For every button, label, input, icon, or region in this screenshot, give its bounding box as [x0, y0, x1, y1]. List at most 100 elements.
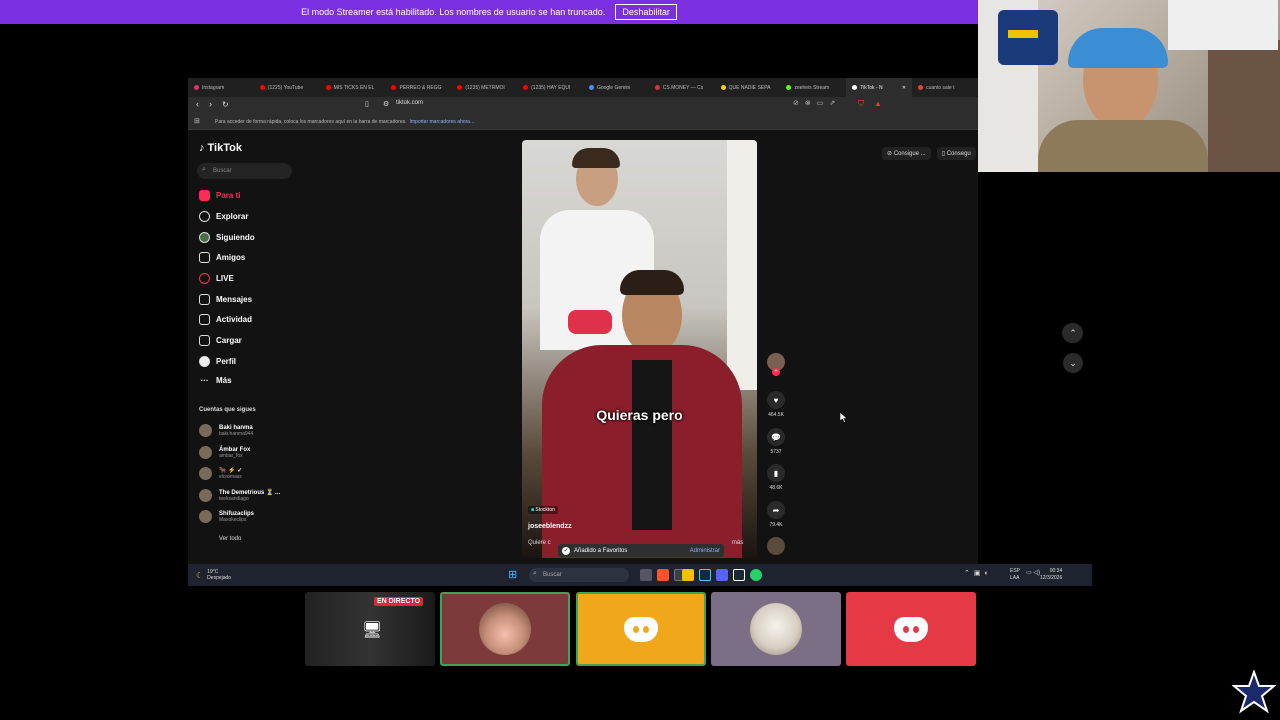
get-app-button[interactable]: ▯ Consegu [936, 147, 976, 160]
tray-icons[interactable]: ⌃▣◐ [964, 569, 993, 577]
participant-tile[interactable] [846, 592, 976, 666]
whatsapp-icon[interactable] [750, 569, 762, 581]
page-icon: ▯ [365, 101, 369, 108]
steam-icon[interactable] [699, 569, 711, 581]
file-explorer-icon[interactable] [682, 569, 694, 581]
added-to-favorites-toast: ✓ Añadido a Favoritos Administrar [558, 544, 724, 557]
steam-icon[interactable] [733, 569, 745, 581]
search-icon: ⌕ [202, 166, 206, 173]
weather-widget[interactable]: ☾ 19°C Despejado [196, 569, 231, 581]
sound-disc[interactable] [765, 537, 787, 558]
following-account[interactable]: Baki hanma baki.hanma944 [199, 424, 253, 437]
more-icon: ··· [200, 376, 209, 385]
nav-activity[interactable]: Actividad [199, 314, 252, 325]
forward-icon[interactable]: › [209, 99, 212, 109]
avatar [750, 603, 802, 655]
like-button[interactable]: ♥ 464.5K [765, 391, 787, 418]
tab-youtube-3[interactable]: PERREO & REGG [385, 78, 451, 97]
tab-kick[interactable]: zeeheis Stream [780, 78, 846, 97]
address-bar: ‹ › ↻ ▯ ⚙ tiktok.com ⊘⊗▭⇗ ⛉ ▲ [188, 97, 978, 114]
tab-que-nadie-sepa[interactable]: QUE NADIE SEPA [715, 78, 781, 97]
tiktok-icon [852, 85, 858, 90]
previous-video-button[interactable]: ⌃ [1063, 323, 1083, 343]
nav-for-you[interactable]: Para ti [199, 190, 240, 201]
compass-icon [199, 211, 210, 222]
network-volume-icons[interactable]: ▭ ◁) [1026, 569, 1040, 576]
following-account[interactable]: Ámbar Fox ambar_fox [199, 446, 250, 459]
task-view-icon[interactable] [640, 569, 652, 581]
disable-streamer-mode-button[interactable]: Deshabilitar [615, 4, 677, 20]
tab-youtube-2[interactable]: MIS TICKS EN EL [320, 78, 386, 97]
kick-icon [786, 85, 792, 90]
follow-plus-icon[interactable]: + [772, 368, 780, 376]
avatar [199, 510, 212, 523]
nav-friends[interactable]: Amigos [199, 252, 245, 263]
clock[interactable]: 00:34 12/3/2026 [1040, 568, 1062, 582]
language-indicator[interactable]: ESP LAA [1010, 568, 1020, 582]
youtube-icon [259, 85, 265, 90]
following-account[interactable]: Shifuzaclips Maxokeclips [199, 510, 254, 523]
heart-icon: ♥ [767, 391, 785, 409]
tiktok-logo[interactable]: ♪ TikTok [199, 142, 242, 154]
monitor-icon: 🖥 [362, 622, 383, 639]
participant-tile[interactable] [576, 592, 706, 666]
bookmarks-bar: ⊞ Para acceder de forma rápida, coloca l… [188, 114, 978, 130]
next-video-button[interactable]: ⌄ [1063, 353, 1083, 373]
nav-more[interactable]: ··· Más [199, 376, 232, 385]
tab-youtube-4[interactable]: (1235) METRMOI [451, 78, 517, 97]
nav-profile[interactable]: Perfil [199, 356, 236, 367]
apps-grid-icon[interactable]: ⊞ [194, 117, 200, 125]
site-info-icon[interactable]: ⚙ [383, 100, 389, 108]
author-avatar[interactable]: + [765, 353, 787, 376]
tab-gemini[interactable]: Google Gemini [583, 78, 649, 97]
youtube-icon [457, 85, 463, 90]
extension-icons[interactable]: ⊘⊗▭⇗ [793, 99, 841, 107]
live-badge: EN DIRECTO [374, 597, 424, 606]
shield-icon[interactable]: ⛉ [858, 99, 864, 109]
coin-icon: ⊘ [887, 151, 893, 157]
close-tab-icon[interactable]: ✕ [902, 85, 906, 91]
url-field[interactable]: tiktok.com [396, 100, 423, 106]
video-player[interactable]: Quieras pero ■ Stockton joseeblendzz Qui… [522, 140, 757, 558]
avatar [199, 467, 212, 480]
start-icon[interactable]: ⊞ [508, 568, 517, 581]
participant-tile[interactable] [711, 592, 841, 666]
tab-csmoney[interactable]: CS.MONEY — Cs [649, 78, 715, 97]
site-icon [720, 85, 726, 90]
see-all-link[interactable]: Ver todo [219, 536, 241, 542]
nav-live[interactable]: LIVE [199, 273, 234, 284]
brave-icon[interactable] [657, 569, 669, 581]
manage-favorites-link[interactable]: Administrar [690, 548, 720, 554]
nav-upload[interactable]: Cargar [199, 335, 242, 346]
see-more-link[interactable]: más [732, 540, 743, 546]
import-bookmarks-link[interactable]: Importar marcadores ahora... [410, 119, 475, 125]
share-button[interactable]: ➦ 79.4K [765, 501, 787, 528]
nav-following[interactable]: Siguiendo [199, 232, 255, 243]
back-icon[interactable]: ‹ [196, 99, 199, 109]
tab-youtube-5[interactable]: (1235) HAY EQUI [517, 78, 583, 97]
video-author[interactable]: joseeblendzz [528, 523, 572, 530]
upload-icon [199, 335, 210, 346]
mouse-cursor-icon [839, 410, 848, 428]
comment-icon: 💬 [767, 428, 785, 446]
tiktok-search-input[interactable]: ⌕ Buscar [197, 163, 292, 179]
nav-explore[interactable]: Explorar [199, 211, 248, 222]
comment-button[interactable]: 💬 5737 [765, 428, 787, 455]
tab-google[interactable]: cuanto sale t [912, 78, 978, 97]
alert-icon[interactable]: ▲ [874, 99, 882, 108]
following-account[interactable]: The Demetrious ⏳ ... teeksandiago [199, 489, 280, 502]
nav-messages[interactable]: Mensajes [199, 294, 252, 305]
streamer-mode-message: El modo Streamer está habilitado. Los no… [301, 7, 606, 17]
tab-tiktok[interactable]: TikTok - N ✕ [846, 78, 913, 97]
save-button[interactable]: ▮ 48.6K [765, 464, 787, 491]
following-accounts-header: Cuentas que sigues [199, 407, 256, 413]
reload-icon[interactable]: ↻ [222, 100, 229, 109]
participant-tile[interactable] [440, 592, 570, 666]
tab-youtube[interactable]: (1225) YouTube [254, 78, 320, 97]
tab-instagram[interactable]: Instagram [188, 78, 254, 97]
get-coins-button[interactable]: ⊘ Consigue ... [882, 147, 931, 160]
discord-icon[interactable] [716, 569, 728, 581]
location-tag[interactable]: ■ Stockton [528, 506, 558, 514]
following-account[interactable]: 🐂 ⚡ ✓ elcromass [199, 467, 242, 480]
taskbar-search-input[interactable]: ⌕ Buscar [529, 568, 629, 582]
